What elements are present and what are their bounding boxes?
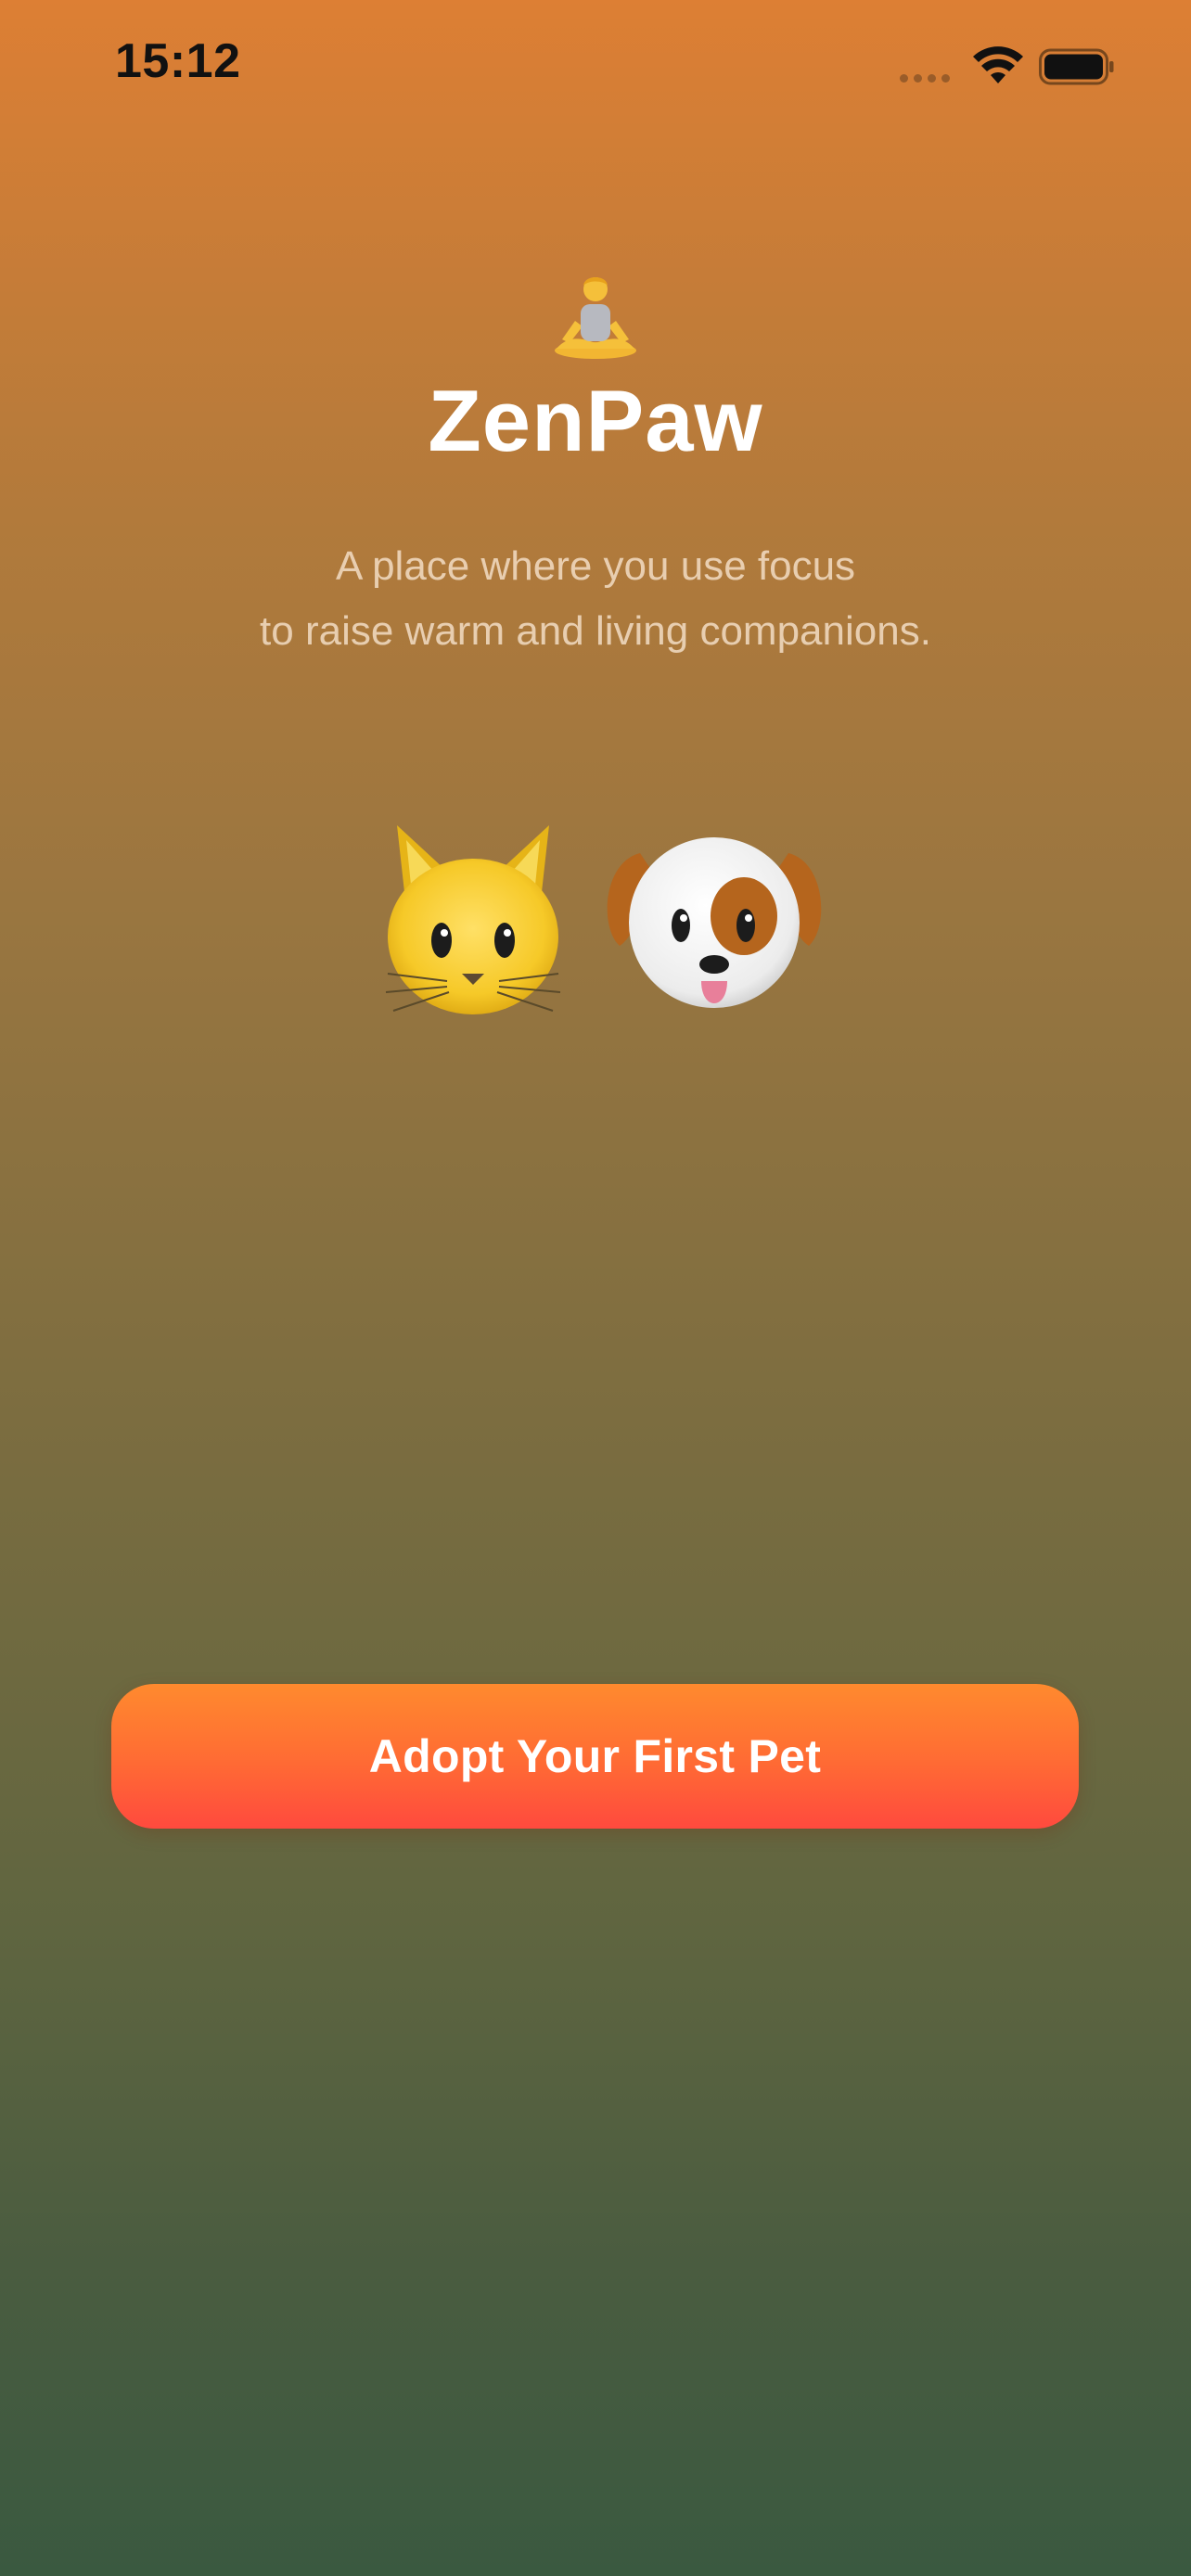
signal-dots-icon — [900, 74, 950, 83]
meditation-person-icon — [0, 269, 1191, 362]
battery-icon — [1039, 48, 1114, 85]
welcome-screen: 15:12 ZenPaw A place where you use focus… — [0, 0, 1191, 2576]
tagline-line-1: A place where you use focus — [335, 543, 856, 589]
dog-face-icon — [607, 837, 822, 1008]
wifi-icon — [973, 46, 1023, 83]
status-time: 15:12 — [115, 34, 241, 88]
tagline-line-2: to raise warm and living companions. — [260, 608, 931, 654]
adopt-first-pet-button[interactable]: Adopt Your First Pet — [111, 1684, 1079, 1829]
cat-face-icon — [385, 825, 561, 1014]
adopt-button-label: Adopt Your First Pet — [368, 1730, 822, 1782]
app-title: ZenPaw — [428, 372, 763, 469]
pet-showcase — [380, 816, 826, 1039]
